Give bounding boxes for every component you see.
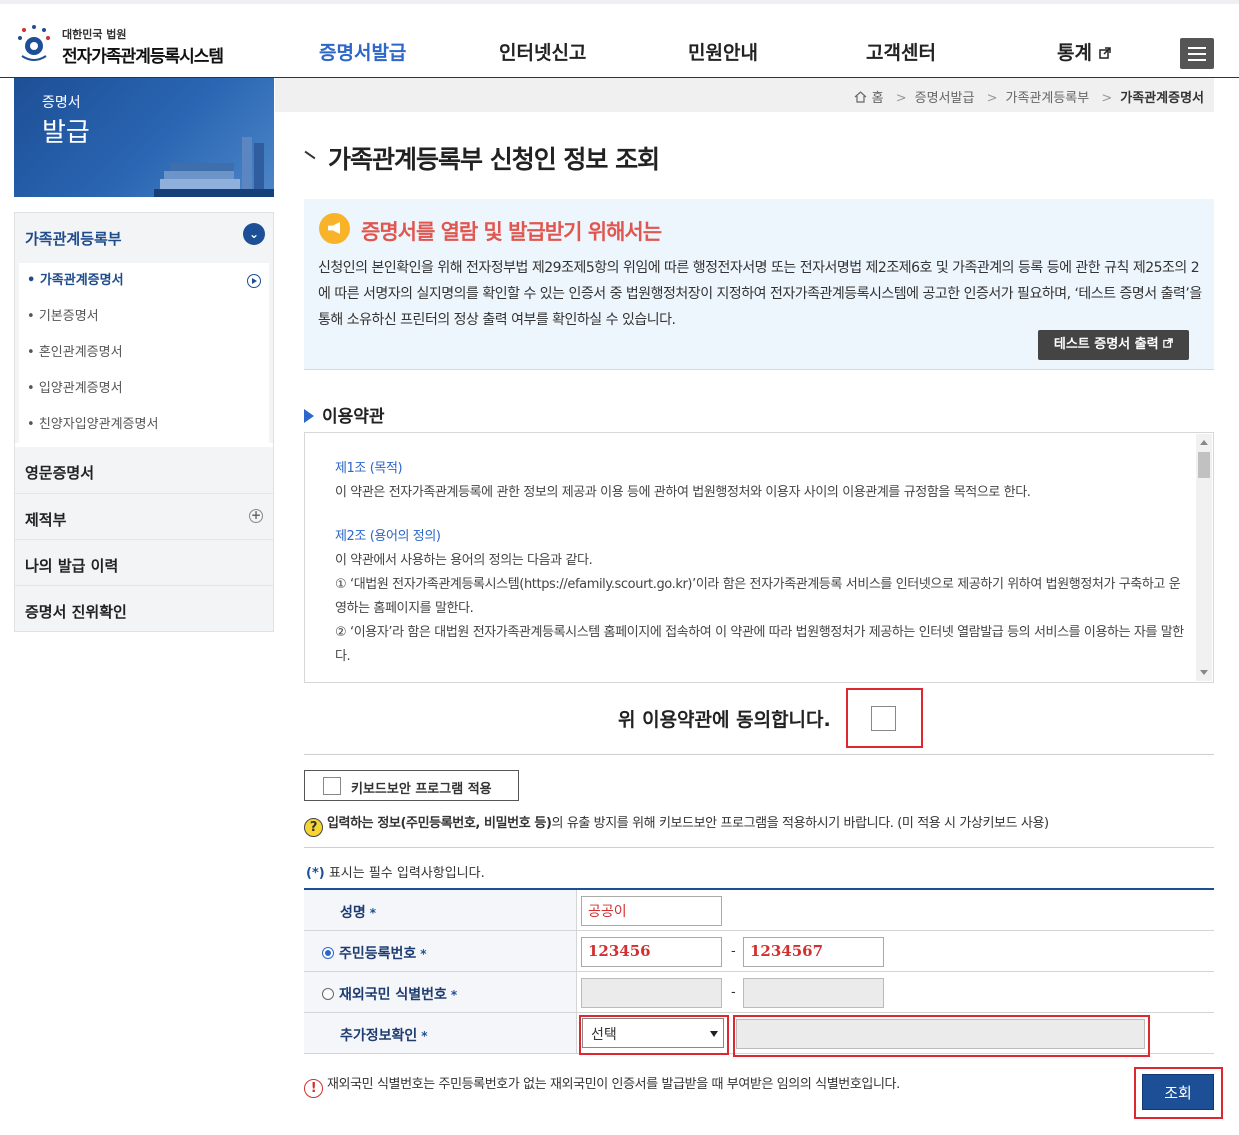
home-icon [855,91,867,103]
nav-internet-report[interactable]: 인터넷신고 [499,38,586,65]
overseas-id-label[interactable]: 재외국민 식별번호 * [304,972,577,1012]
terms-article-1-title: 제1조 (목적) [335,461,403,476]
terms-article-2-line3: ② ‘이용자’라 함은 대법원 전자가족관계등록시스템 홈페이지에 접속하여 이… [335,625,1184,664]
breadcrumb-home[interactable]: 홈 [872,91,884,106]
section-banner: 증명서 발급 [14,78,274,197]
plus-circle-icon: + [249,508,263,523]
terms-article-2-title: 제2조 (용어의 정의) [335,529,441,544]
overseas-dash: - [731,985,736,1000]
terms-article-2-line2: ① ‘대법원 전자가족관계등록시스템(https://efamily.scour… [335,577,1181,616]
terms-article-2-line1: 이 약관에서 사용하는 용어의 정의는 다음과 같다. [335,553,593,568]
rrn-radio[interactable] [322,947,334,959]
highlight-extra-select [579,1015,729,1055]
notice-heading: 증명서를 열람 및 발급받기 위해서는 [361,220,662,244]
notice-box: 증명서를 열람 및 발급받기 위해서는 신청인의 본인확인을 위해 전자정부법 … [304,199,1214,370]
highlight-agree-box [846,688,923,748]
question-icon: ? [304,818,323,837]
keyboard-security-checkbox[interactable] [323,777,341,795]
sidebar: 가족관계등록부 ⌄ • 가족관계증명서 • 기본증명서 • 혼인관계증명서 • … [14,212,274,632]
nav-certificate[interactable]: 증명서발급 [319,38,406,65]
extra-info-label: 추가정보확인 * [304,1013,577,1053]
site-logo[interactable]: 대한민국 법원 전자가족관계등록시스템 [14,24,254,68]
overseas-id-front-input[interactable] [581,978,722,1008]
exclamation-icon: ! [304,1079,323,1098]
hamburger-menu-button[interactable] [1180,38,1214,69]
keyboard-hint: ? 입력하는 정보(주민등록번호, 비밀번호 등)의 유출 방지를 위해 키보드보… [304,812,1049,837]
row-name: 성명 * 공공이 [304,890,1214,931]
chevron-down-icon[interactable]: ⌄ [243,223,265,245]
sidebar-item-my-history[interactable]: 나의 발급 이력 [15,539,273,585]
sidebar-item-basic[interactable]: • 기본증명서 [19,299,269,335]
rrn-front-input[interactable]: 123456 [581,937,722,967]
breadcrumb-family-register[interactable]: 가족관계등록부 [1005,91,1089,106]
court-emblem-icon [18,25,50,61]
terms-scrollbar[interactable] [1196,434,1212,681]
breadcrumb: 홈 > 증명서발급 > 가족관계등록부 > 가족관계증명서 [275,78,1214,112]
overseas-id-radio[interactable] [322,988,334,1000]
overseas-id-back-input[interactable] [743,978,884,1008]
name-input[interactable]: 공공이 [581,896,722,926]
top-strip [0,0,1239,4]
banner-big-text: 발급 [42,118,90,148]
required-note: (*) 표시는 필수 입력사항입니다. [306,866,485,881]
rrn-back-input[interactable]: 1234567 [743,937,884,967]
triangle-right-icon [304,409,314,423]
sidebar-item-english[interactable]: 영문증명서 [15,447,273,493]
sidebar-item-verify[interactable]: 증명서 진위확인 [15,585,273,631]
books-illustration [154,137,274,197]
logo-title: 전자가족관계등록시스템 [62,47,224,67]
terms-agree-label: 위 이용약관에 동의합니다. [618,709,831,731]
footer-note: ! 재외국민 식별번호는 주민등록번호가 없는 재외국민이 인증서를 발급받을 때… [304,1073,900,1098]
banner-small-text: 증명서 [42,95,81,111]
keyboard-security-label: 키보드보안 프로그램 적용 [351,782,492,797]
terms-article-1-body: 이 약관은 전자가족관계등록에 관한 정보의 제공과 이용 등에 관하여 법원행… [335,485,1031,500]
divider [304,754,1214,755]
terms-section-title: 이용약관 [304,402,385,427]
sidebar-group-label: 가족관계등록부 [25,230,122,248]
breadcrumb-current: 가족관계증명서 [1120,91,1204,106]
megaphone-icon [319,213,350,244]
scroll-up-icon[interactable] [1200,440,1208,445]
sidebar-item-family-relation[interactable]: • 가족관계증명서 [19,263,269,299]
scroll-thumb[interactable] [1198,452,1210,478]
external-link-icon [1098,47,1111,59]
highlight-extra-input [733,1015,1150,1057]
divider [304,847,1214,848]
name-label: 성명 * [304,890,577,930]
test-print-button[interactable]: 테스트 증명서 출력 [1038,330,1189,360]
nav-customer-center[interactable]: 고객센터 [866,38,936,65]
scroll-down-icon[interactable] [1200,670,1208,675]
page-title: 가족관계등록부 신청인 정보 조회 [304,140,660,176]
rrn-dash: - [731,944,736,959]
sidebar-group-family-register[interactable]: 가족관계등록부 ⌄ [15,213,273,259]
breadcrumb-certificate[interactable]: 증명서발급 [915,91,975,106]
terms-scroll-box[interactable]: 제1조 (목적) 이 약관은 전자가족관계등록에 관한 정보의 제공과 이용 등… [304,432,1214,683]
rrn-label[interactable]: 주민등록번호 * [304,931,577,971]
row-rrn: 주민등록번호 * 123456 - 1234567 [304,931,1214,972]
nav-statistics[interactable]: 통계 [1057,38,1111,65]
sidebar-item-adoption[interactable]: • 입양관계증명서 [19,371,269,407]
row-overseas-id: 재외국민 식별번호 * - [304,972,1214,1013]
keyboard-security-toggle[interactable]: 키보드보안 프로그램 적용 [304,770,519,801]
header: 대한민국 법원 전자가족관계등록시스템 증명서발급 인터넷신고 민원안내 고객센… [0,0,1239,78]
nav-civil-guide[interactable]: 민원안내 [688,38,758,65]
arrow-right-circle-icon [247,274,261,288]
nav-statistics-label: 통계 [1057,42,1092,64]
notice-body: 신청인의 본인확인을 위해 전자정부법 제29조제5항의 위임에 따른 행정전자… [318,260,1202,328]
sidebar-item-marriage[interactable]: • 혼인관계증명서 [19,335,269,371]
sidebar-submenu: • 가족관계증명서 • 기본증명서 • 혼인관계증명서 • 입양관계증명서 • … [15,259,273,443]
logo-subtitle: 대한민국 법원 [62,28,127,41]
highlight-submit [1134,1067,1223,1119]
sidebar-item-full-adoption[interactable]: • 친양자입양관계증명서 [19,407,269,443]
external-link-icon [1163,338,1173,348]
sidebar-item-removal-register[interactable]: 제적부 + [15,493,273,539]
